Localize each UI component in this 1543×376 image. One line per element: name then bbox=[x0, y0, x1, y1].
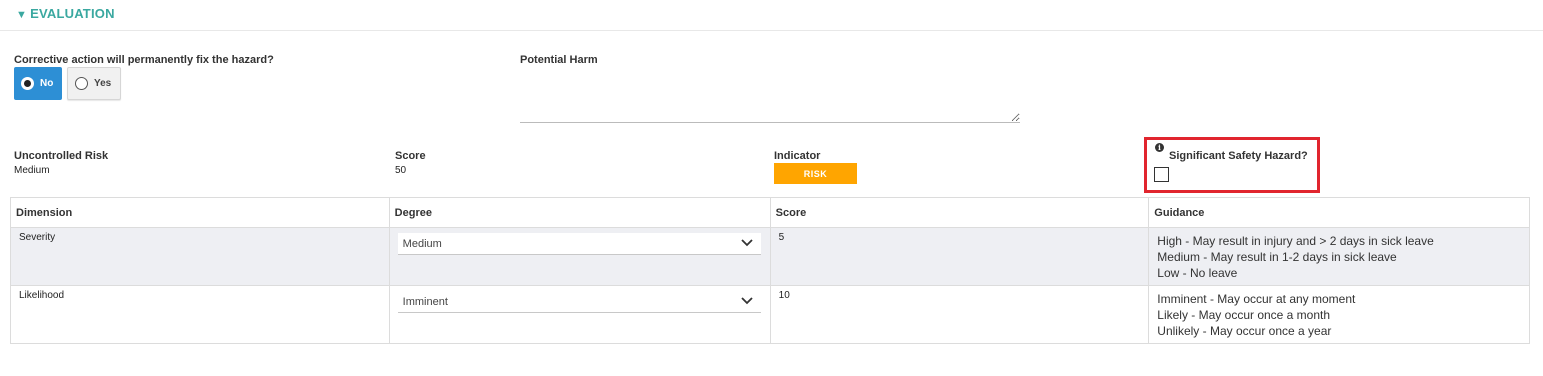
radio-yes-label: Yes bbox=[94, 78, 112, 89]
radio-yes-button[interactable]: Yes bbox=[67, 67, 121, 100]
guidance-line: High - May result in injury and > 2 days… bbox=[1157, 234, 1434, 248]
radio-no-button[interactable]: No bbox=[14, 67, 62, 100]
chevron-down-icon bbox=[741, 297, 753, 305]
guidance-line: Unlikely - May occur once a year bbox=[1157, 324, 1332, 338]
score-value: 50 bbox=[395, 165, 407, 176]
chevron-down-icon bbox=[741, 239, 753, 247]
corrective-action-label: Corrective action will permanently fix t… bbox=[14, 54, 274, 66]
degree-cell: Imminent bbox=[388, 285, 771, 344]
table-row: Likelihood Imminent 10 Imminent - May oc… bbox=[10, 285, 1530, 344]
guidance-cell: Imminent - May occur at any moment Likel… bbox=[1148, 285, 1530, 344]
degree-cell: Medium bbox=[388, 227, 771, 286]
caret-down-icon: ▼ bbox=[16, 9, 28, 21]
divider bbox=[0, 30, 1543, 31]
degree-select-value: Imminent bbox=[402, 295, 448, 308]
guidance-line: Likely - May occur once a month bbox=[1157, 308, 1331, 322]
evaluation-table: Dimension Degree Score Guidance Severity… bbox=[10, 197, 1530, 344]
table-row: Severity Medium 5 High - May result in i… bbox=[10, 227, 1530, 286]
score-cell: 5 bbox=[769, 227, 1150, 286]
risk-indicator-badge: RISK bbox=[774, 163, 857, 184]
guidance-line: Medium - May result in 1-2 days in sick … bbox=[1157, 250, 1397, 264]
section-title: EVALUATION bbox=[30, 6, 115, 21]
section-toggle-evaluation[interactable]: ▼ EVALUATION bbox=[16, 6, 115, 21]
degree-select[interactable]: Imminent bbox=[397, 291, 761, 313]
significant-hazard-checkbox[interactable] bbox=[1154, 167, 1169, 182]
score-cell: 10 bbox=[769, 285, 1150, 344]
dimension-cell: Severity bbox=[10, 227, 390, 286]
header-guidance: Guidance bbox=[1148, 197, 1530, 228]
table-header-row: Dimension Degree Score Guidance bbox=[10, 197, 1530, 228]
score-label: Score bbox=[395, 150, 426, 162]
guidance-cell: High - May result in injury and > 2 days… bbox=[1148, 227, 1530, 286]
degree-select-value: Medium bbox=[402, 237, 442, 250]
uncontrolled-risk-label: Uncontrolled Risk bbox=[14, 150, 109, 162]
header-dimension: Dimension bbox=[10, 197, 390, 228]
highlight-frame bbox=[1144, 137, 1320, 193]
header-degree: Degree bbox=[388, 197, 771, 228]
info-icon[interactable]: i bbox=[1155, 143, 1164, 152]
potential-harm-textarea[interactable] bbox=[520, 76, 1020, 123]
potential-harm-label: Potential Harm bbox=[520, 54, 598, 66]
significant-hazard-label: Significant Safety Hazard? bbox=[1169, 150, 1308, 162]
uncontrolled-risk-value: Medium bbox=[14, 165, 50, 176]
header-score: Score bbox=[769, 197, 1150, 228]
guidance-line: Imminent - May occur at any moment bbox=[1157, 292, 1356, 306]
indicator-label: Indicator bbox=[774, 150, 821, 162]
guidance-line: Low - No leave bbox=[1157, 266, 1238, 280]
radio-unselected-icon bbox=[75, 77, 88, 90]
radio-no-label: No bbox=[40, 78, 54, 89]
radio-selected-icon bbox=[21, 77, 34, 90]
degree-select[interactable]: Medium bbox=[397, 233, 761, 255]
dimension-cell: Likelihood bbox=[10, 285, 390, 344]
